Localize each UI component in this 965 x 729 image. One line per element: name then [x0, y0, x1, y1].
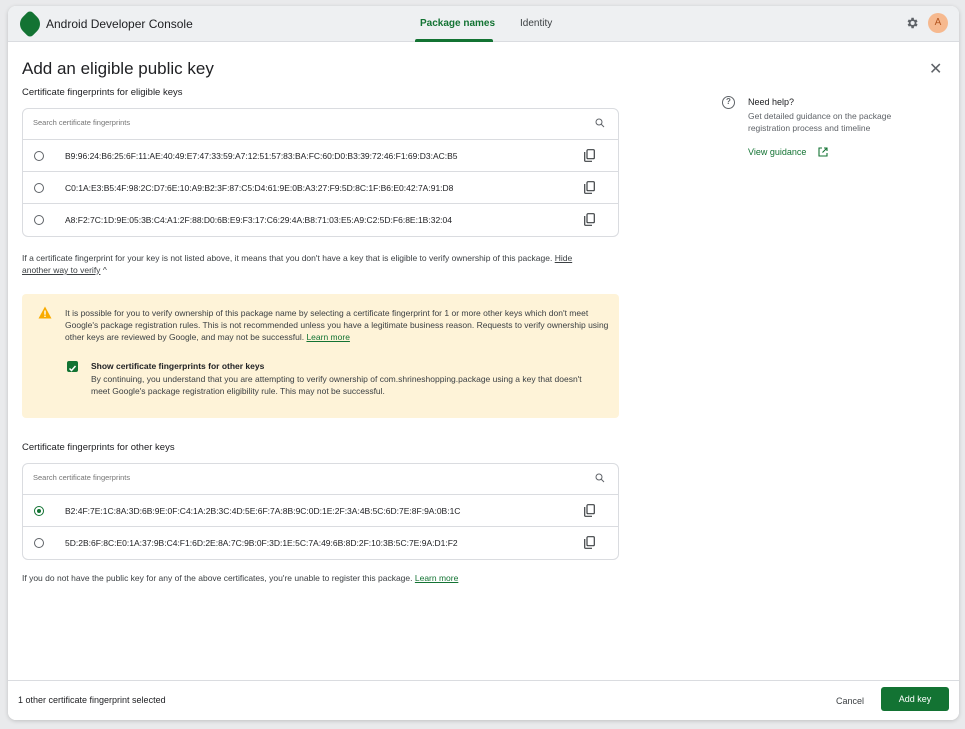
copy-icon[interactable]: [584, 181, 595, 194]
not-listed-message: If a certificate fingerprint for your ke…: [22, 253, 553, 263]
copy-icon[interactable]: [584, 536, 595, 549]
tab-package-names[interactable]: Package names: [420, 18, 495, 29]
close-icon[interactable]: ✕: [929, 59, 942, 79]
dialog-footer: 1 other certificate fingerprint selected…: [8, 680, 959, 720]
search-row: [23, 109, 618, 140]
fingerprint-value: A8:F2:7C:1D:9E:05:3B:C4:A1:2F:88:D0:6B:E…: [65, 215, 452, 225]
table-row[interactable]: B9:96:24:B6:25:6F:11:AE:40:49:E7:47:33:5…: [23, 140, 618, 172]
cancel-button[interactable]: Cancel: [830, 689, 870, 713]
checkbox-label: Show certificate fingerprints for other …: [91, 361, 265, 371]
help-icon: ?: [722, 96, 735, 109]
dialog: Add an eligible public key ✕ Certificate…: [8, 42, 959, 720]
eligible-fingerprints-table: B9:96:24:B6:25:6F:11:AE:40:49:E7:47:33:5…: [22, 108, 619, 237]
copy-icon[interactable]: [584, 149, 595, 162]
view-guidance-link[interactable]: View guidance: [748, 147, 806, 157]
top-app-bar: Android Developer Console Package names …: [8, 6, 959, 42]
no-key-message: If you do not have the public key for an…: [22, 573, 413, 583]
gear-icon[interactable]: [905, 16, 919, 30]
app-window: Android Developer Console Package names …: [8, 6, 959, 720]
radio-button[interactable]: [34, 151, 44, 161]
external-link-icon[interactable]: [818, 147, 828, 157]
search-icon[interactable]: [594, 117, 606, 129]
table-row[interactable]: 5D:2B:6F:8C:E0:1A:37:9B:C4:F1:6D:2E:8A:7…: [23, 527, 618, 559]
add-key-button[interactable]: Add key: [881, 687, 949, 711]
show-other-keys-checkbox[interactable]: [67, 361, 78, 372]
help-title: Need help?: [748, 97, 795, 107]
learn-more-link[interactable]: Learn more: [306, 332, 349, 342]
radio-button[interactable]: [34, 183, 44, 193]
selection-status: 1 other certificate fingerprint selected: [18, 695, 166, 705]
android-logo-icon: [15, 9, 45, 39]
search-input[interactable]: [33, 118, 573, 127]
warning-banner: It is possible for you to verify ownersh…: [22, 294, 619, 418]
fingerprint-value: 5D:2B:6F:8C:E0:1A:37:9B:C4:F1:6D:2E:8A:7…: [65, 538, 458, 548]
learn-more-link-2[interactable]: Learn more: [415, 573, 458, 583]
other-fingerprints-table: B2:4F:7E:1C:8A:3D:6B:9E:0F:C4:1A:2B:3C:4…: [22, 463, 619, 560]
check-icon: [68, 365, 77, 372]
radio-button[interactable]: [34, 538, 44, 548]
help-description: Get detailed guidance on the package reg…: [748, 111, 892, 133]
radio-button-selected[interactable]: [34, 506, 44, 516]
chevron-up-icon[interactable]: ^: [103, 265, 107, 275]
warning-icon: [38, 306, 52, 319]
radio-button[interactable]: [34, 215, 44, 225]
avatar[interactable]: A: [928, 13, 948, 33]
table-row[interactable]: C0:1A:E3:B5:4F:98:2C:D7:6E:10:A9:B2:3F:8…: [23, 172, 618, 204]
table-row[interactable]: B2:4F:7E:1C:8A:3D:6B:9E:0F:C4:1A:2B:3C:4…: [23, 495, 618, 527]
app-title: Android Developer Console: [46, 17, 193, 31]
tab-identity[interactable]: Identity: [520, 18, 552, 29]
fingerprint-value: B2:4F:7E:1C:8A:3D:6B:9E:0F:C4:1A:2B:3C:4…: [65, 506, 461, 516]
no-key-text: If you do not have the public key for an…: [22, 572, 458, 584]
checkbox-description: By continuing, you understand that you a…: [91, 374, 582, 396]
fingerprint-value: B9:96:24:B6:25:6F:11:AE:40:49:E7:47:33:5…: [65, 151, 458, 161]
page-title: Add an eligible public key: [22, 59, 214, 78]
fingerprint-value: C0:1A:E3:B5:4F:98:2C:D7:6E:10:A9:B2:3F:8…: [65, 183, 454, 193]
copy-icon[interactable]: [584, 504, 595, 517]
search-row: [23, 464, 618, 495]
not-listed-text: If a certificate fingerprint for your ke…: [22, 252, 602, 276]
eligible-keys-label: Certificate fingerprints for eligible ke…: [22, 87, 183, 98]
search-input[interactable]: [33, 473, 573, 482]
other-keys-label: Certificate fingerprints for other keys: [22, 442, 175, 453]
warning-text: It is possible for you to verify ownersh…: [65, 307, 610, 343]
table-row[interactable]: A8:F2:7C:1D:9E:05:3B:C4:A1:2F:88:D0:6B:E…: [23, 204, 618, 236]
search-icon[interactable]: [594, 472, 606, 484]
copy-icon[interactable]: [584, 213, 595, 226]
